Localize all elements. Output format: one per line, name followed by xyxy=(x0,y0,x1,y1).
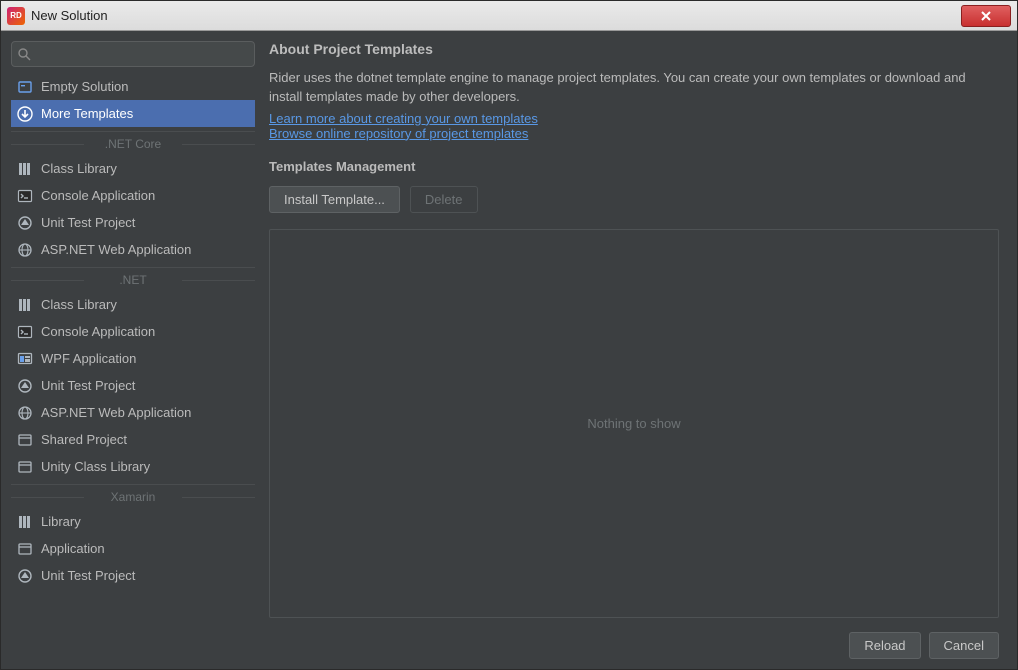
delete-button[interactable]: Delete xyxy=(410,186,478,213)
sidebar-item-unit-test-project[interactable]: Unit Test Project xyxy=(11,372,255,399)
section-header: Xamarin xyxy=(11,484,255,508)
window-icon xyxy=(17,432,33,448)
sidebar-item-label: Unit Test Project xyxy=(41,378,135,393)
library-icon xyxy=(17,161,33,177)
learn-more-link[interactable]: Learn more about creating your own templ… xyxy=(269,111,538,126)
sidebar-item-label: Unit Test Project xyxy=(41,215,135,230)
section-header: .NET xyxy=(11,267,255,291)
window-icon xyxy=(17,459,33,475)
cancel-button[interactable]: Cancel xyxy=(929,632,999,659)
sidebar-item-label: Class Library xyxy=(41,297,117,312)
sidebar-item-application[interactable]: Application xyxy=(11,535,255,562)
tests-icon xyxy=(17,215,33,231)
sidebar-item-label: Library xyxy=(41,514,81,529)
sidebar-item-class-library[interactable]: Class Library xyxy=(11,291,255,318)
download-icon xyxy=(17,106,33,122)
sidebar-item-asp.net-web-application[interactable]: ASP.NET Web Application xyxy=(11,236,255,263)
dialog-content: Empty Solution More Templates .NET Core Cl… xyxy=(1,31,1017,669)
sidebar-item-label: More Templates xyxy=(41,106,133,121)
sidebar-item-label: ASP.NET Web Application xyxy=(41,405,191,420)
sidebar-item-label: Application xyxy=(41,541,105,556)
reload-button[interactable]: Reload xyxy=(849,632,920,659)
sidebar-item-unit-test-project[interactable]: Unit Test Project xyxy=(11,209,255,236)
sidebar-item-label: Shared Project xyxy=(41,432,127,447)
close-icon xyxy=(980,10,992,22)
sidebar: Empty Solution More Templates .NET Core Cl… xyxy=(11,41,255,659)
sidebar-item-shared-project[interactable]: Shared Project xyxy=(11,426,255,453)
templates-area: Nothing to show xyxy=(269,229,999,618)
section-header: .NET Core xyxy=(11,131,255,155)
main-panel: About Project Templates Rider uses the d… xyxy=(269,41,1007,659)
empty-state-text: Nothing to show xyxy=(587,416,680,431)
sidebar-item-class-library[interactable]: Class Library xyxy=(11,155,255,182)
browse-repo-link[interactable]: Browse online repository of project temp… xyxy=(269,126,528,141)
sidebar-item-empty-solution[interactable]: Empty Solution xyxy=(11,73,255,100)
window-icon xyxy=(17,541,33,557)
titlebar: RD New Solution xyxy=(1,1,1017,31)
about-heading: About Project Templates xyxy=(269,41,999,57)
app-icon: RD xyxy=(7,7,25,25)
template-list: Empty Solution More Templates .NET Core Cl… xyxy=(11,73,255,659)
sidebar-item-wpf-application[interactable]: WPF Application xyxy=(11,345,255,372)
sidebar-item-label: ASP.NET Web Application xyxy=(41,242,191,257)
sidebar-item-label: Console Application xyxy=(41,324,155,339)
wpf-icon xyxy=(17,351,33,367)
console-icon xyxy=(17,188,33,204)
window-title: New Solution xyxy=(31,8,961,23)
window-close-button[interactable] xyxy=(961,5,1011,27)
sidebar-item-console-application[interactable]: Console Application xyxy=(11,182,255,209)
sidebar-item-more-templates[interactable]: More Templates xyxy=(11,100,255,127)
sidebar-item-label: Unity Class Library xyxy=(41,459,150,474)
search-input[interactable] xyxy=(35,47,248,62)
tests-icon xyxy=(17,378,33,394)
sidebar-item-label: WPF Application xyxy=(41,351,136,366)
sidebar-item-unit-test-project[interactable]: Unit Test Project xyxy=(11,562,255,589)
sidebar-item-label: Console Application xyxy=(41,188,155,203)
library-icon xyxy=(17,514,33,530)
empty-solution-icon xyxy=(17,79,33,95)
globe-icon xyxy=(17,242,33,258)
install-template-button[interactable]: Install Template... xyxy=(269,186,400,213)
dialog-footer: Reload Cancel xyxy=(269,618,999,659)
sidebar-item-label: Class Library xyxy=(41,161,117,176)
sidebar-item-console-application[interactable]: Console Application xyxy=(11,318,255,345)
tests-icon xyxy=(17,568,33,584)
sidebar-item-label: Unit Test Project xyxy=(41,568,135,583)
sidebar-item-library[interactable]: Library xyxy=(11,508,255,535)
library-icon xyxy=(17,297,33,313)
sidebar-item-label: Empty Solution xyxy=(41,79,128,94)
sidebar-item-unity-class-library[interactable]: Unity Class Library xyxy=(11,453,255,480)
console-icon xyxy=(17,324,33,340)
mgmt-buttons: Install Template... Delete xyxy=(269,186,999,213)
globe-icon xyxy=(17,405,33,421)
search-box[interactable] xyxy=(11,41,255,67)
mgmt-heading: Templates Management xyxy=(269,159,999,174)
about-text: Rider uses the dotnet template engine to… xyxy=(269,69,999,107)
sidebar-item-asp.net-web-application[interactable]: ASP.NET Web Application xyxy=(11,399,255,426)
search-icon xyxy=(18,48,31,61)
